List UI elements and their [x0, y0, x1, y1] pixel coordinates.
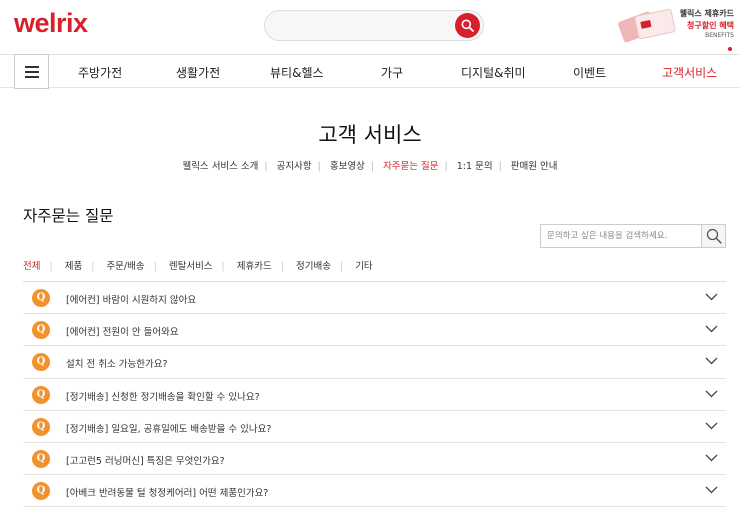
sub-tab-inquiry[interactable]: 1:1 문의 [457, 161, 493, 172]
card-benefit-banner[interactable]: 웰릭스 제휴카드 청구할인 혜택 BENEFITS [610, 2, 738, 51]
category-product[interactable]: 제품 [65, 261, 82, 272]
question-badge: Q [32, 321, 50, 340]
page-title: 고객 서비스 [318, 123, 422, 147]
faq-question: [정기배송] 일요일, 공휴일에도 배송받을 수 있나요? [66, 423, 272, 435]
search-icon [461, 19, 474, 32]
banner-highlight: 청구할인 혜택 [687, 21, 734, 30]
faq-item[interactable]: Q [고고런5 러닝머신] 특징은 무엇인가요? [23, 443, 726, 476]
faq-question: 설치 전 취소 가능한가요? [66, 359, 168, 371]
nav-item-event[interactable]: 이벤트 [573, 64, 606, 81]
all-menu-button[interactable] [14, 54, 49, 89]
question-badge: Q [32, 385, 50, 404]
faq-item[interactable]: Q 설치 전 취소 가능한가요? [23, 346, 726, 379]
header: welrix 웰릭스 제휴카드 청구할인 혜택 BENEFITS [0, 0, 740, 54]
category-subscription[interactable]: 정기배송 [296, 261, 331, 272]
category-etc[interactable]: 기타 [355, 261, 372, 272]
question-badge: Q [32, 449, 50, 468]
sub-tab-seller[interactable]: 판매원 안내 [511, 161, 558, 172]
chevron-down-icon[interactable] [705, 357, 718, 365]
category-order-delivery[interactable]: 주문/배송 [106, 261, 144, 272]
faq-list: Q [에어컨] 바람이 시원하지 않아요 Q [에어컨] 전원이 안 들어와요 … [23, 281, 726, 508]
sub-tab-notice[interactable]: 공지사항 [277, 161, 312, 172]
chevron-down-icon[interactable] [705, 454, 718, 462]
global-search-button[interactable] [455, 13, 480, 38]
category-rental[interactable]: 렌탈서비스 [169, 261, 213, 272]
faq-question: [에어컨] 바람이 시원하지 않아요 [66, 295, 197, 306]
sub-tabs: 웰릭스 서비스 소개 | 공지사항 | 홍보영상 | 자주묻는 질문 | 1:1 문의 |… [182, 161, 558, 172]
question-badge: Q [32, 289, 50, 307]
search-icon [706, 228, 722, 244]
faq-item[interactable]: Q [정기배송] 일요일, 공휴일에도 배송받을 수 있나요? [23, 411, 726, 443]
nav-item-customer-service[interactable]: 고객서비스 [662, 64, 717, 81]
chevron-down-icon[interactable] [705, 486, 718, 494]
category-all[interactable]: 전체 [23, 261, 40, 272]
faq-search [540, 224, 726, 248]
banner-caption: BENEFITS [705, 32, 734, 39]
main-nav: 주방가전 생활가전 뷰티&헬스 가구 디지털&취미 이벤트 고객서비스 [0, 54, 740, 89]
faq-search-input[interactable] [541, 225, 701, 247]
faq-item[interactable]: Q [아베크 반려동물 털 청정케어러] 어떤 제품인가요? [23, 475, 726, 508]
nav-item-digital-hobby[interactable]: 디지털&취미 [461, 64, 526, 81]
category-partner-card[interactable]: 제휴카드 [237, 261, 272, 272]
nav-item-beauty-health[interactable]: 뷰티&헬스 [270, 64, 324, 81]
hamburger-icon [25, 66, 39, 68]
question-badge: Q [32, 482, 50, 501]
brand-logo[interactable]: welrix [14, 8, 88, 39]
chevron-down-icon[interactable] [705, 422, 718, 430]
faq-question: [아베크 반려동물 털 청정케어러] 어떤 제품인가요? [66, 488, 269, 500]
sub-tab-faq[interactable]: 자주묻는 질문 [383, 161, 438, 172]
credit-card-illustration [617, 8, 677, 44]
nav-item-living[interactable]: 생활가전 [176, 64, 220, 81]
nav-item-kitchen[interactable]: 주방가전 [78, 64, 122, 81]
question-badge: Q [32, 353, 50, 372]
global-search-input[interactable] [265, 11, 445, 40]
global-search [264, 10, 484, 41]
sub-tab-video[interactable]: 홍보영상 [330, 161, 365, 172]
faq-question: [에어컨] 전원이 안 들어와요 [66, 327, 179, 339]
faq-item[interactable]: Q [정기배송] 신청한 정기배송을 확인할 수 있나요? [23, 379, 726, 411]
question-badge: Q [32, 417, 50, 436]
banner-indicator [728, 47, 732, 51]
banner-title: 웰릭스 제휴카드 [679, 9, 734, 18]
faq-title: 자주묻는 질문 [23, 207, 114, 225]
faq-question: [정기배송] 신청한 정기배송을 확인할 수 있나요? [66, 391, 260, 403]
faq-item[interactable]: Q [에어컨] 전원이 안 들어와요 [23, 314, 726, 347]
chevron-down-icon[interactable] [705, 390, 718, 398]
chevron-down-icon[interactable] [705, 325, 718, 333]
faq-question: [고고런5 러닝머신] 특징은 무엇인가요? [66, 455, 225, 467]
sub-tab-about[interactable]: 웰릭스 서비스 소개 [182, 161, 258, 172]
faq-search-button[interactable] [701, 225, 725, 247]
nav-item-furniture[interactable]: 가구 [381, 64, 403, 81]
faq-item[interactable]: Q [에어컨] 바람이 시원하지 않아요 [23, 282, 726, 315]
faq-categories: 전체 | 제품 | 주문/배송 | 렌탈서비스 | 제휴카드 | 정기배송 | 기타 [23, 261, 373, 272]
chevron-down-icon[interactable] [705, 293, 718, 301]
